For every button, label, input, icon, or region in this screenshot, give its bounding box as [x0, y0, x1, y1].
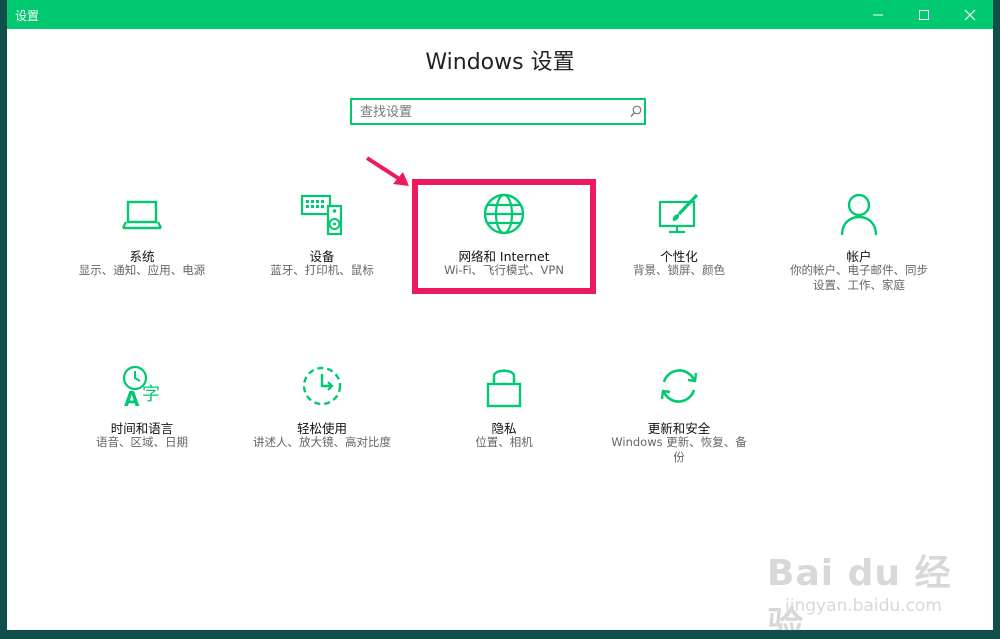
tile-description-line: 设置、工作、家庭 — [813, 278, 905, 292]
tile-description: 你的帐户、电子邮件、同步 设置、工作、家庭 — [777, 263, 941, 293]
tile-description: 语音、区域、日期 — [96, 435, 188, 449]
paint-icon — [658, 193, 699, 234]
keyboard-speaker-icon — [300, 194, 343, 236]
window-title: 设置 — [15, 9, 40, 23]
tile-description: 显示、通知、应用、电源 — [78, 263, 206, 277]
search-icon[interactable] — [630, 105, 642, 118]
tile-description: 讲述人、放大镜、高对比度 — [253, 435, 391, 449]
person-icon — [840, 193, 878, 236]
minimize-button[interactable] — [855, 0, 901, 29]
tile-description-line: Windows 更新、恢复、备 — [611, 435, 747, 449]
maximize-icon — [919, 10, 929, 20]
tile-description-line: 你的帐户、电子邮件、同步 — [790, 263, 928, 277]
title-bar[interactable]: 设置 — [7, 0, 993, 29]
tile-devices[interactable]: 设备 蓝牙、打印机、鼠标 — [250, 192, 394, 292]
laptop-icon — [121, 200, 163, 230]
annotation-arrow-icon — [365, 156, 409, 186]
tile-system[interactable]: 系统 显示、通知、应用、电源 — [70, 192, 214, 292]
tile-ease-of-access[interactable]: 轻松使用 讲述人、放大镜、高对比度 — [245, 364, 399, 464]
ease-of-access-icon — [302, 366, 342, 406]
search-box[interactable] — [350, 98, 646, 125]
maximize-button[interactable] — [901, 0, 947, 29]
tile-update-security[interactable]: 更新和安全 Windows 更新、恢复、备 份 — [603, 364, 755, 469]
tile-description: 蓝牙、打印机、鼠标 — [270, 263, 374, 277]
lock-icon — [486, 369, 522, 408]
settings-window: 设置 Windows 设置 系统 显示、通知、应用、电源 — [7, 0, 993, 630]
tile-description: 位置、相机 — [475, 435, 533, 449]
tile-accounts[interactable]: 帐户 你的帐户、电子邮件、同步 设置、工作、家庭 — [777, 192, 941, 292]
tile-time-language[interactable]: A 字 时间和语言 语音、区域、日期 — [70, 364, 214, 464]
close-button[interactable] — [947, 0, 993, 29]
annotation-highlight-box — [412, 179, 596, 294]
svg-text:字: 字 — [142, 384, 160, 405]
tile-personalization[interactable]: 个性化 背景、锁屏、颜色 — [607, 192, 751, 292]
time-language-icon: A 字 — [122, 365, 160, 408]
baidu-watermark: Bai du 经验 jingyan.baidu.com — [767, 544, 977, 630]
minimize-icon — [873, 14, 883, 16]
search-input[interactable] — [360, 103, 620, 121]
update-icon — [660, 369, 698, 403]
watermark-url: jingyan.baidu.com — [785, 596, 942, 616]
tile-description: 背景、锁屏、颜色 — [633, 263, 725, 277]
close-icon — [964, 9, 976, 21]
tile-description-line: 份 — [673, 450, 685, 464]
svg-text:A: A — [124, 387, 140, 408]
page-title: Windows 设置 — [425, 50, 575, 75]
tile-description: Windows 更新、恢复、备 份 — [603, 435, 755, 465]
watermark-logo: Bai du 经验 — [767, 553, 952, 630]
tile-privacy[interactable]: 隐私 位置、相机 — [432, 364, 576, 464]
